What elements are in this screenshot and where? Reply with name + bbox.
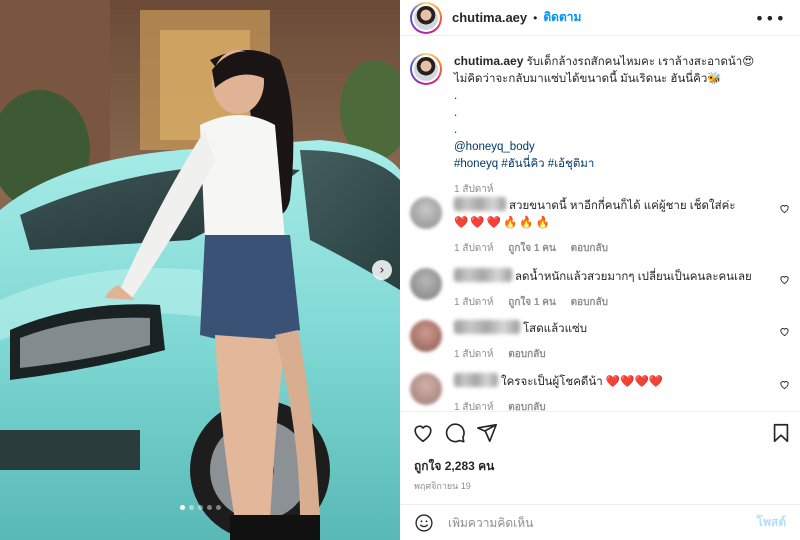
comment-input[interactable] xyxy=(448,515,748,530)
comment-text: โสดแล้วแซ่บ xyxy=(523,323,588,335)
caption-username[interactable]: chutima.aey xyxy=(454,54,523,68)
commenter-avatar[interactable] xyxy=(410,197,442,229)
comment-likes[interactable]: ถูกใจ 1 คน xyxy=(508,243,556,254)
comment-like-heart-icon[interactable] xyxy=(779,274,790,285)
comment-item: ลดน้ำหนักแล้วสวยมากๆ เปลี่ยนเป็นคนละคนเล… xyxy=(410,268,790,311)
post-actions-bar xyxy=(400,418,800,448)
slide-dot xyxy=(197,505,203,510)
reply-button[interactable]: ตอบกลับ xyxy=(508,402,545,411)
caption-dot-3: . xyxy=(454,124,458,136)
reply-button[interactable]: ตอบกลับ xyxy=(571,243,608,254)
emoji-smile-icon[interactable] xyxy=(414,513,434,533)
chevron-right-icon: › xyxy=(379,262,385,278)
comment-text: ใครจะเป็นผู้โชคดีน้า ❤️❤️❤️❤️ xyxy=(501,376,664,388)
follow-button[interactable]: ติดตาม xyxy=(543,8,581,27)
caption-mention[interactable]: @honeyq_body xyxy=(454,139,784,156)
caption-text: chutima.aey รับเด็กล้างรถสักคนไหมคะ เราล… xyxy=(454,53,784,198)
caption-dot-1: . xyxy=(454,90,458,102)
slide-dot-active xyxy=(179,505,185,510)
slide-dot xyxy=(215,505,221,510)
commenter-avatar[interactable] xyxy=(410,268,442,300)
comment-icon[interactable] xyxy=(444,422,466,444)
next-slide-button[interactable]: › xyxy=(372,260,392,280)
header-separator: • xyxy=(533,10,538,25)
caption-time[interactable]: 1 สัปดาห์ xyxy=(454,184,494,195)
caption-line-2: ไม่คิดว่าจะกลับมาแซ่บได้ขนาดนี้ มันเริดน… xyxy=(454,73,722,85)
author-username[interactable]: chutima.aey xyxy=(452,10,527,25)
comments-scroll-area[interactable]: chutima.aey รับเด็กล้างรถสักคนไหมคะ เราล… xyxy=(400,37,800,412)
bookmark-icon[interactable] xyxy=(770,422,792,444)
reply-button[interactable]: ตอบกลับ xyxy=(571,297,608,308)
commenter-username-blurred[interactable] xyxy=(454,320,520,334)
comment-text: ลดน้ำหนักแล้วสวยมากๆ เปลี่ยนเป็นคนละคนเล… xyxy=(515,271,752,283)
heart-icon[interactable] xyxy=(412,422,434,444)
slide-dot xyxy=(206,505,212,510)
more-horizontal-icon[interactable]: ••• xyxy=(755,9,786,28)
comment-item: ใครจะเป็นผู้โชคดีน้า ❤️❤️❤️❤️ 1 สัปดาห์ … xyxy=(410,373,790,411)
post-comment-button[interactable]: โพสต์ xyxy=(757,513,786,532)
reply-button[interactable]: ตอบกลับ xyxy=(508,349,545,360)
share-icon[interactable] xyxy=(476,422,498,444)
author-avatar[interactable] xyxy=(410,1,442,34)
comment-text: สวยขนาดนี้ หาอีกกี่คนก็ได้ แค่ผู้ชาย เช็… xyxy=(509,200,736,212)
post-photo[interactable]: › xyxy=(0,0,400,540)
slide-dot xyxy=(188,505,194,510)
caption-avatar[interactable] xyxy=(410,53,442,85)
comment-item: โสดแล้วแซ่บ 1 สัปดาห์ ตอบกลับ xyxy=(410,320,790,363)
commenter-username-blurred[interactable] xyxy=(454,373,498,387)
comment-emoji: ❤️❤️❤️🔥🔥🔥 xyxy=(454,217,552,229)
likes-count[interactable]: ถูกใจ 2,283 คน xyxy=(414,457,494,476)
post-image xyxy=(0,0,400,540)
commenter-username-blurred[interactable] xyxy=(454,268,512,282)
commenter-avatar[interactable] xyxy=(410,373,442,405)
comment-likes[interactable]: ถูกใจ 1 คน xyxy=(508,297,556,308)
caption-hashtags[interactable]: #honeyq #ฮันนี่คิว #เอ้ชุติมา xyxy=(454,156,784,173)
comment-like-heart-icon[interactable] xyxy=(779,379,790,390)
post-caption: chutima.aey รับเด็กล้างรถสักคนไหมคะ เราล… xyxy=(400,37,800,198)
commenter-avatar[interactable] xyxy=(410,320,442,352)
comment-like-heart-icon[interactable] xyxy=(779,326,790,337)
comment-time[interactable]: 1 สัปดาห์ xyxy=(454,297,494,308)
post-side-panel: chutima.aey • ติดตาม ••• chutima.aey รับ… xyxy=(400,0,800,540)
slide-indicator xyxy=(0,505,400,510)
caption-line-1: รับเด็กล้างรถสักคนไหมคะ เราล้างสะอาดน้า😍 xyxy=(526,56,755,68)
post-date[interactable]: พฤศจิกายน 19 xyxy=(414,479,471,493)
add-comment-bar: โพสต์ xyxy=(400,504,800,540)
comment-time[interactable]: 1 สัปดาห์ xyxy=(454,349,494,360)
comment-item: สวยขนาดนี้ หาอีกกี่คนก็ได้ แค่ผู้ชาย เช็… xyxy=(410,197,790,257)
post-header: chutima.aey • ติดตาม ••• xyxy=(400,0,800,36)
comment-time[interactable]: 1 สัปดาห์ xyxy=(454,402,494,411)
comment-time[interactable]: 1 สัปดาห์ xyxy=(454,243,494,254)
comment-like-heart-icon[interactable] xyxy=(779,203,790,214)
commenter-username-blurred[interactable] xyxy=(454,197,506,211)
caption-dot-2: . xyxy=(454,107,458,119)
